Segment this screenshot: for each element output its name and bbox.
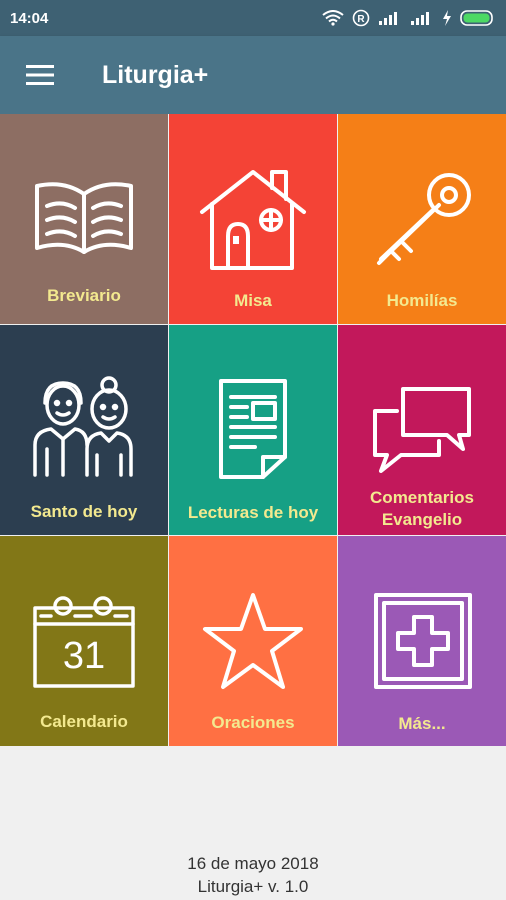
- app-bar: Liturgia+: [0, 36, 506, 114]
- hamburger-menu-icon: [26, 65, 54, 85]
- tile-label: Misa: [234, 291, 272, 310]
- tile-label: Más...: [398, 714, 446, 733]
- chat-bubbles-icon: [373, 387, 471, 473]
- footer: 16 de mayo 2018 Liturgia+ v. 1.0: [0, 852, 506, 898]
- tile-label: Calendario: [40, 712, 128, 731]
- status-icons: R: [322, 9, 496, 27]
- tile-label: Homilías: [386, 291, 458, 310]
- battery-icon: [460, 10, 493, 26]
- status-time: 14:04: [10, 9, 49, 27]
- signal-icon: [411, 12, 429, 25]
- tile-label: Oraciones: [211, 713, 295, 732]
- tile-label: Comentarios Evangelio: [338, 487, 506, 531]
- tile-breviario[interactable]: Breviario: [0, 114, 168, 324]
- open-book-icon: [35, 182, 133, 254]
- plus-square-icon: [374, 593, 472, 689]
- footer-date: 16 de mayo 2018: [187, 854, 319, 873]
- app-title: Liturgia+: [102, 60, 209, 89]
- tile-santo-de-hoy[interactable]: Santo de hoy: [0, 325, 168, 535]
- registered-icon: R: [352, 9, 370, 27]
- tile-misa[interactable]: Misa: [169, 114, 337, 324]
- menu-grid: Breviario Misa Homilías Santo de hoy Lec…: [0, 114, 506, 746]
- wifi-icon: [322, 10, 344, 26]
- document-icon: [219, 379, 287, 479]
- tile-comentarios-evangelio[interactable]: Comentarios Evangelio: [338, 325, 506, 535]
- signal-icon: [379, 12, 397, 25]
- status-bar: 14:04 R: [0, 0, 506, 36]
- couple-icon: [33, 376, 133, 477]
- tile-label: Santo de hoy: [30, 502, 138, 521]
- tile-homilias[interactable]: Homilías: [338, 114, 506, 324]
- tile-calendario[interactable]: 31 Calendario: [0, 536, 168, 746]
- calendar-icon: 31: [33, 596, 135, 688]
- star-icon: [203, 593, 303, 689]
- footer-version: Liturgia+ v. 1.0: [197, 877, 309, 896]
- key-icon: [377, 173, 471, 265]
- tile-label: Lecturas de hoy: [187, 503, 319, 522]
- menu-button[interactable]: [20, 55, 60, 95]
- house-icon: [200, 170, 306, 270]
- tile-label-line2: Evangelio: [381, 510, 463, 529]
- tile-mas[interactable]: Más...: [338, 536, 506, 746]
- tile-lecturas-de-hoy[interactable]: Lecturas de hoy: [169, 325, 337, 535]
- tile-oraciones[interactable]: Oraciones: [169, 536, 337, 746]
- tile-label: Breviario: [47, 286, 121, 305]
- tile-label-line1: Comentarios: [370, 488, 474, 507]
- charging-icon: [443, 10, 451, 26]
- calendar-day: 31: [63, 635, 105, 677]
- svg-text:R: R: [357, 14, 365, 25]
